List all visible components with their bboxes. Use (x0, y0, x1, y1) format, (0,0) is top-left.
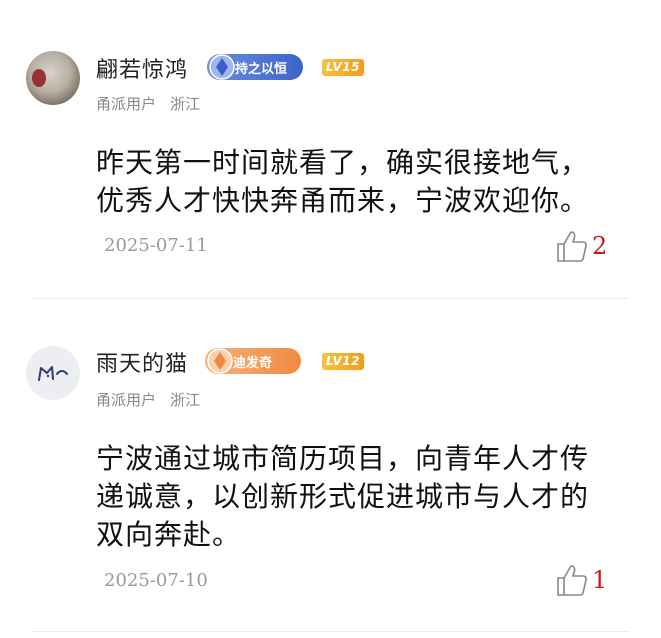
badge-gem-icon (209, 54, 235, 80)
level-badge: LV15 (322, 59, 364, 76)
badge-label: 持之以恒 (235, 61, 288, 77)
like-button[interactable]: 1 (556, 563, 607, 597)
comment-meta: 甬派用户 浙江 (96, 389, 200, 410)
divider (32, 631, 629, 632)
level-badge: LV12 (322, 353, 364, 370)
comment-line: 优秀人才快快奔甬而来，宁波欢迎你。 (96, 184, 590, 217)
location: 浙江 (170, 95, 201, 113)
location: 浙江 (170, 391, 201, 409)
user-badge: 迪发奇 (205, 348, 301, 374)
comment-meta: 甬派用户 浙江 (96, 93, 200, 114)
comment-line: 递诚意，以创新形式促进城市与人才的 (96, 480, 590, 513)
user-type: 甬派用户 (96, 95, 157, 113)
like-button[interactable]: 2 (556, 229, 607, 263)
badge-gem-icon (207, 348, 233, 374)
user-badge: 持之以恒 (207, 54, 303, 80)
avatar[interactable] (26, 51, 80, 105)
divider (32, 298, 629, 299)
comment-line: 双向奔赴。 (96, 518, 242, 551)
badge-label: 迪发奇 (233, 355, 273, 371)
username[interactable]: 翩若惊鸿 (96, 52, 188, 84)
comment-line: 昨天第一时间就看了，确实很接地气， (96, 146, 590, 179)
cat-face-sketch-icon (38, 366, 68, 381)
comment-date: 2025-07-10 (104, 570, 208, 591)
comment-line: 宁波通过城市简历项目，向青年人才传 (96, 442, 590, 475)
thumbs-up-icon (557, 565, 587, 596)
username[interactable]: 雨天的猫 (96, 346, 188, 378)
like-count: 2 (592, 232, 608, 260)
user-type: 甬派用户 (96, 391, 157, 409)
comment-text: 宁波通过城市简历项目，向青年人才传 递诚意，以创新形式促进城市与人才的 双向奔赴… (96, 440, 626, 554)
comment-date: 2025-07-11 (104, 235, 208, 256)
like-count: 1 (592, 566, 608, 594)
comment-text: 昨天第一时间就看了，确实很接地气， 优秀人才快快奔甬而来，宁波欢迎你。 (96, 144, 626, 220)
thumbs-up-icon (557, 231, 587, 262)
avatar[interactable] (26, 346, 80, 400)
